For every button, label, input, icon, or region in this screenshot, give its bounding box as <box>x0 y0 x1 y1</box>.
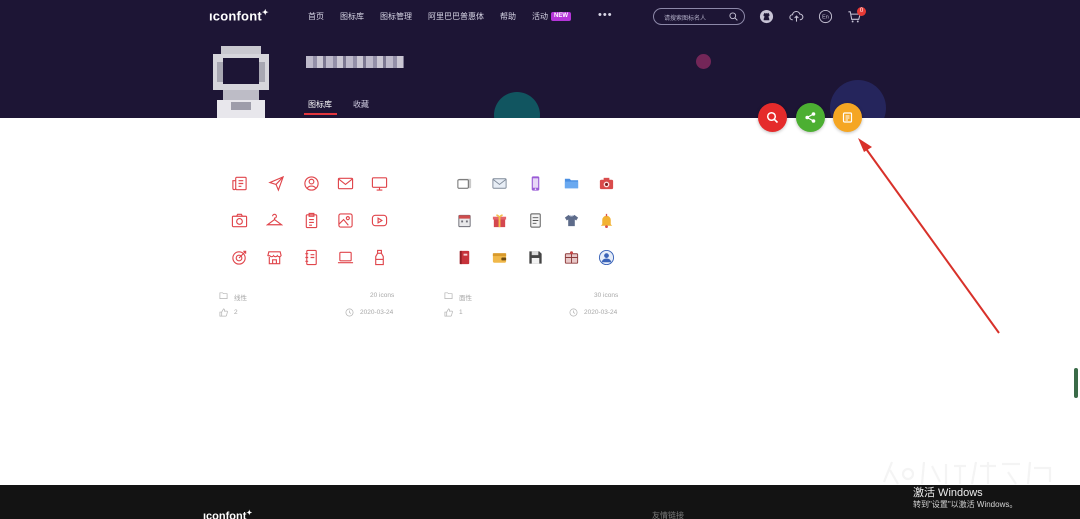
decor-circle <box>696 54 711 69</box>
likes-count: 1 <box>459 309 463 316</box>
folder-icon <box>444 292 453 300</box>
clock-icon <box>345 308 354 317</box>
user-avatar[interactable] <box>209 42 273 118</box>
search-icon[interactable] <box>729 12 738 21</box>
page-scrollbar[interactable] <box>1074 368 1078 398</box>
envelope-icon <box>492 178 507 189</box>
site-logo[interactable]: ıconfont✦ <box>209 8 269 23</box>
new-badge: NEW <box>551 12 571 21</box>
search-icon <box>766 111 779 124</box>
tab-favorites[interactable]: 收藏 <box>353 99 369 110</box>
nav-activity[interactable]: 活动 NEW <box>532 11 571 22</box>
target-icon <box>232 250 247 265</box>
monitor-icon <box>371 177 388 191</box>
iconfont-user-page: ıconfont✦ 首页 图标库 图标管理 阿里巴巴普惠体 帮助 活动 NEW •… <box>0 0 1080 519</box>
thumbs-up-icon[interactable] <box>444 308 453 317</box>
main-nav: 首页 图标库 图标管理 阿里巴巴普惠体 帮助 活动 NEW <box>308 11 587 22</box>
phone-icon <box>531 176 540 191</box>
upload-icon[interactable] <box>789 9 804 24</box>
github-icon[interactable] <box>759 9 774 24</box>
nav-help[interactable]: 帮助 <box>500 11 516 22</box>
clipboard-icon <box>305 212 318 229</box>
clock-icon <box>569 308 578 317</box>
camera-icon <box>231 213 248 228</box>
nav-home[interactable]: 首页 <box>308 11 324 22</box>
collection-name[interactable]: 面性 <box>459 292 472 302</box>
nav-icon-manage[interactable]: 图标管理 <box>380 11 412 22</box>
language-toggle[interactable]: En <box>818 9 833 24</box>
profile-header: ıconfont✦ 首页 图标库 图标管理 阿里巴巴普惠体 帮助 活动 NEW •… <box>0 0 1080 118</box>
search-box[interactable]: 请搜索图标名人 <box>653 8 745 25</box>
more-menu-icon[interactable]: ••• <box>598 9 613 21</box>
decor-circle <box>494 92 540 118</box>
copy-fab-button[interactable] <box>833 103 862 132</box>
windows-activation-title: 激活 Windows <box>913 487 983 499</box>
newspaper-icon <box>232 176 247 191</box>
notebook-icon <box>305 249 317 266</box>
thumbs-up-icon[interactable] <box>219 308 228 317</box>
gift-card-icon <box>564 251 579 264</box>
user-avatar-icon <box>598 249 615 266</box>
footer-friend-links[interactable]: 友情链接 <box>652 510 684 519</box>
save-disk-icon <box>529 251 542 264</box>
nav-activity-label: 活动 <box>532 12 548 21</box>
username-blurred <box>306 56 404 68</box>
search-fab-button[interactable] <box>758 103 787 132</box>
calendar-icon <box>458 214 471 228</box>
language-label: En <box>822 15 829 21</box>
hanger-icon <box>266 213 283 226</box>
collection-date: 2020-03-24 <box>584 309 618 316</box>
gift-icon <box>492 214 507 228</box>
nav-icon-library[interactable]: 图标库 <box>340 11 364 22</box>
tshirt-icon <box>564 214 579 227</box>
laptop-icon <box>337 251 354 264</box>
card-icon <box>457 178 472 189</box>
book-icon <box>459 250 470 265</box>
camera-red-icon <box>599 177 614 190</box>
document-icon <box>530 213 541 228</box>
video-play-icon <box>371 214 388 227</box>
collection-name[interactable]: 线性 <box>234 292 247 302</box>
likes-count: 2 <box>234 309 238 316</box>
windows-activation-subtitle: 转到"设置"以激活 Windows。 <box>913 500 1018 509</box>
copy-icon <box>842 112 853 123</box>
folder-blue-icon <box>564 178 579 189</box>
user-profile-icon <box>304 176 319 191</box>
footer-logo[interactable]: ıconfont✦ <box>203 509 252 519</box>
search-input[interactable]: 请搜索图标名人 <box>664 13 706 22</box>
share-icon <box>805 112 816 123</box>
share-fab-button[interactable] <box>796 103 825 132</box>
tab-icon-library[interactable]: 图标库 <box>308 99 332 110</box>
active-tab-indicator <box>304 113 337 115</box>
nav-alibaba-font[interactable]: 阿里巴巴普惠体 <box>428 11 484 22</box>
wallet-icon <box>492 253 507 263</box>
collection-count: 30 icons <box>594 292 619 299</box>
cart-count-badge: 0 <box>857 7 866 16</box>
collection-date: 2020-03-24 <box>360 309 394 316</box>
folder-icon <box>219 292 228 300</box>
bottle-icon <box>375 249 384 266</box>
paper-plane-icon <box>268 175 285 192</box>
collection-count: 20 icons <box>370 292 395 299</box>
image-icon <box>338 213 353 228</box>
bell-icon <box>600 213 613 229</box>
mail-icon <box>337 177 354 190</box>
shop-icon <box>267 251 282 265</box>
